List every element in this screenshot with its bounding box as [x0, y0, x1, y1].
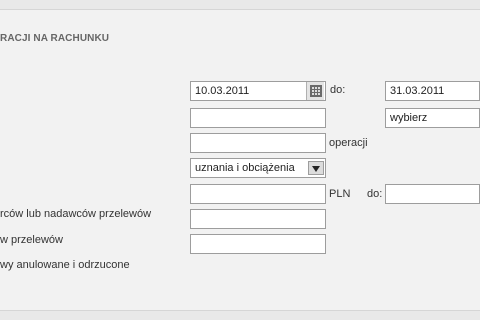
amount-to-label: do: — [367, 188, 383, 200]
section-title: RACJI NA RACHUNKU — [0, 33, 110, 44]
direction-dropdown-button[interactable] — [308, 161, 324, 175]
direction-select[interactable]: uznania i obciążenia — [190, 158, 326, 178]
type-select-value: wybierz — [390, 112, 428, 124]
transfers-label: w przelewów — [0, 234, 63, 246]
text-input-1[interactable] — [190, 108, 326, 128]
recipients-input[interactable] — [190, 209, 326, 229]
calendar-icon — [310, 85, 322, 97]
currency-label: PLN — [329, 188, 351, 200]
cancelled-label: wy anulowane i odrzucone — [0, 259, 130, 271]
transfers-input[interactable] — [190, 234, 326, 254]
operation-input[interactable] — [190, 133, 326, 153]
calendar-button[interactable] — [306, 82, 324, 100]
chevron-down-icon — [312, 166, 320, 172]
operation-label: operacji — [329, 137, 368, 149]
date-from-value: 10.03.2011 — [195, 85, 250, 97]
amount-to-input[interactable] — [385, 184, 480, 204]
date-to-value: 31.03.2011 — [390, 85, 445, 97]
recipients-label: rców lub nadawców przelewów — [0, 208, 152, 220]
amount-from-input[interactable] — [190, 184, 326, 204]
history-filter-panel: RACJI NA RACHUNKU 10.03.2011 do: 31.03.2… — [0, 9, 480, 311]
date-to-input[interactable]: 31.03.2011 — [385, 81, 480, 101]
date-to-label: do: — [330, 84, 346, 96]
direction-select-value: uznania i obciążenia — [195, 162, 295, 174]
type-select[interactable]: wybierz — [385, 108, 480, 128]
